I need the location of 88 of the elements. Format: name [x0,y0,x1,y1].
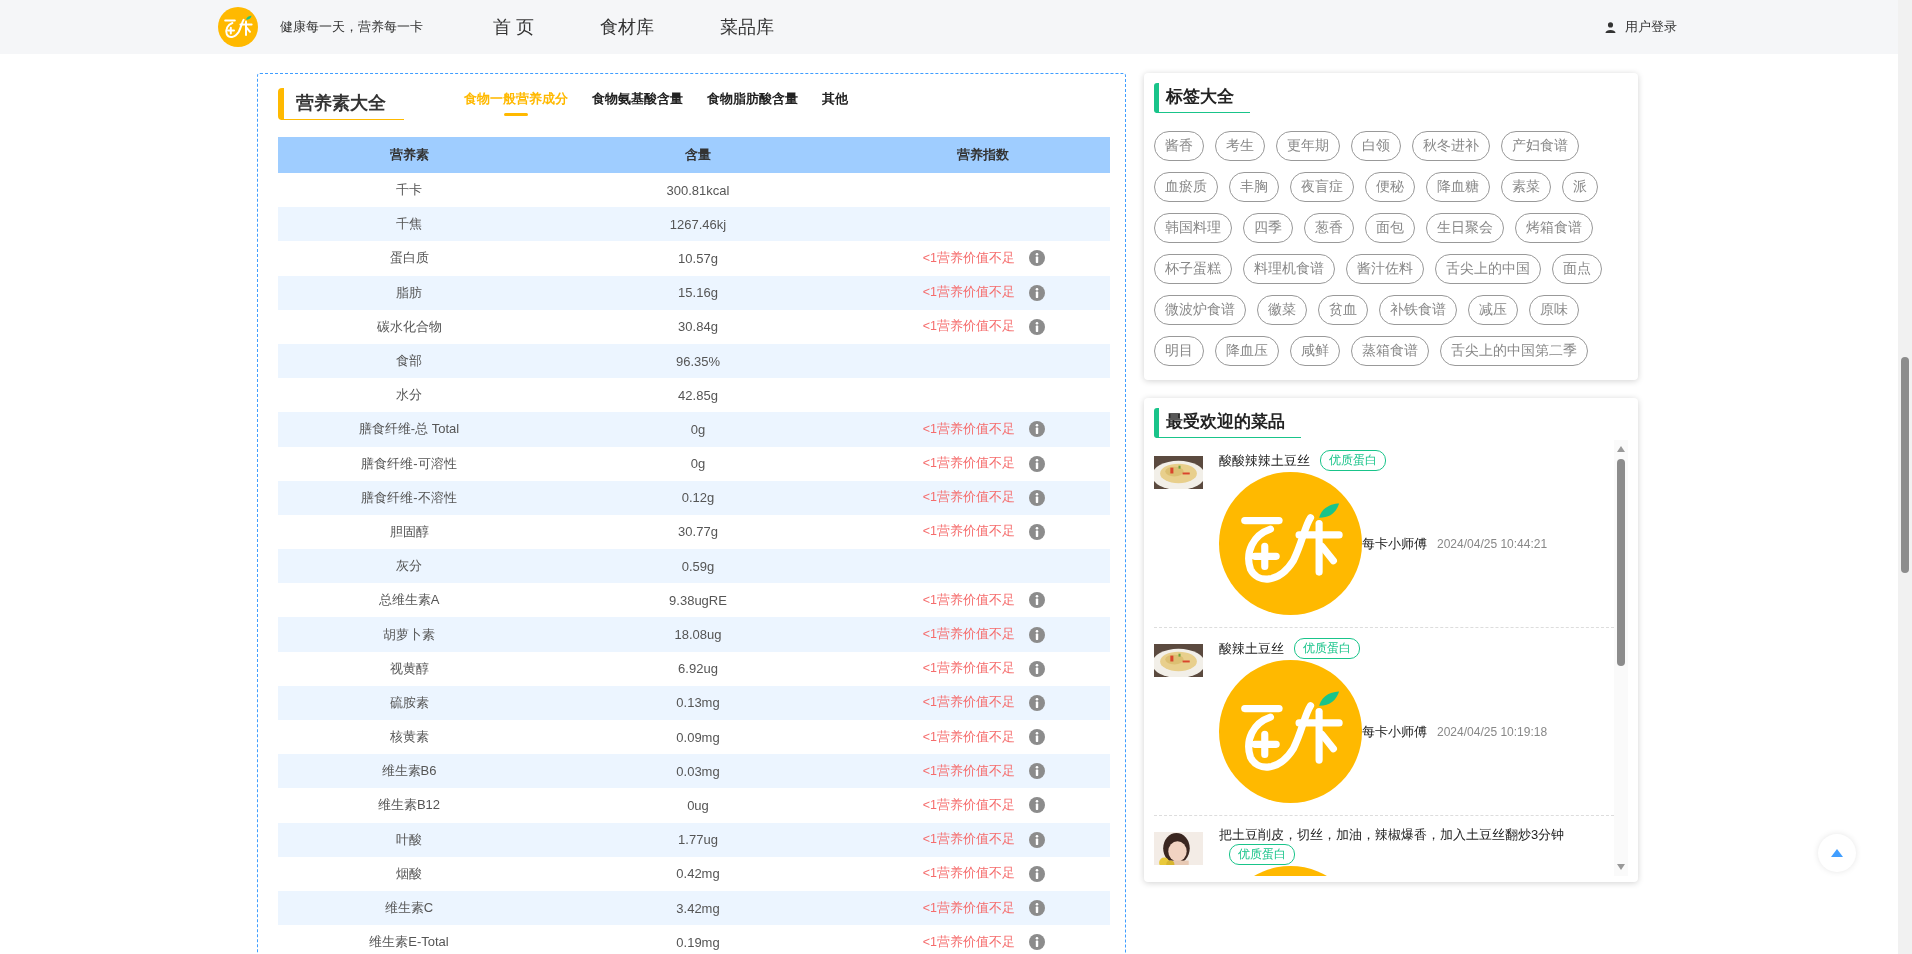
table-cell: 维生素E-Total [278,925,540,954]
nav-link[interactable]: 食材库 [600,15,654,39]
table-cell: 膳食纤维-可溶性 [278,446,540,481]
tab[interactable]: 食物氨基酸含量 [592,90,683,118]
table-cell: 0g [540,412,856,447]
table-cell: 0ug [540,788,856,823]
table-cell: 0.09mg [540,720,856,755]
table-cell: 灰分 [278,549,540,584]
post-time: 2024/04/25 10:19:18 [1437,724,1548,739]
index-text: <1营养价值不足 [922,728,1015,746]
index-text: <1营养价值不足 [922,660,1015,678]
author-name: 每卡小师傅 [1362,534,1427,553]
index-text: <1营养价值不足 [922,489,1015,507]
table-cell: 千焦 [278,207,540,242]
table-cell: 10.57g [540,241,856,276]
table-cell: 维生素B12 [278,788,540,823]
section-title: 标签大全 [1154,83,1250,113]
table-cell: 1.77ug [540,822,856,857]
table-cell: 18.08ug [540,617,856,652]
index-text: <1营养价值不足 [922,249,1015,267]
table-cell: 膳食纤维-不溶性 [278,480,540,515]
table-cell: 0.12g [540,480,856,515]
index-text: <1营养价值不足 [922,831,1015,849]
table-cell: 胡萝卜素 [278,617,540,652]
table-cell: 水分 [278,378,540,413]
index-text: <1营养价值不足 [922,455,1015,473]
section-title: 营养素大全 [278,88,404,120]
table-cell: 维生素B6 [278,754,540,789]
slogan-text: 健康每一天，营养每一卡 [280,18,423,36]
table-cell: 0g [540,446,856,481]
index-text: <1营养价值不足 [922,626,1015,644]
dish-title-link[interactable]: 酸辣土豆丝 [1219,639,1284,658]
table-cell: 96.35% [540,343,856,379]
table-cell: 千卡 [278,173,540,208]
index-text: <1营养价值不足 [922,420,1015,438]
table-cell: 蛋白质 [278,241,540,276]
nav-link[interactable]: 首 页 [493,15,534,39]
section-title: 最受欢迎的菜品 [1154,408,1301,438]
table-cell: 0.03mg [540,754,856,789]
table-cell: 9.38ugRE [540,583,856,618]
index-text: <1营养价值不足 [922,591,1015,609]
table-cell: 300.81kcal [540,173,856,208]
table-cell: 0.59g [540,549,856,584]
index-text: <1营养价值不足 [922,899,1015,917]
index-text: <1营养价值不足 [922,523,1015,541]
column-header: 营养素 [278,137,540,173]
tag-label: 优质蛋白 [1294,638,1360,659]
table-cell: 42.85g [540,378,856,413]
index-text: <1营养价值不足 [922,796,1015,814]
table-cell: 视黄醇 [278,651,540,686]
table-cell: 15.16g [540,275,856,310]
dish-title-link[interactable]: 把土豆削皮，切丝，加油，辣椒爆香，加入土豆丝翻炒3分钟 [1219,826,1565,844]
table-cell: 3.42mg [540,890,856,926]
table-cell: 核黄素 [278,720,540,755]
tag-label: 优质蛋白 [1320,450,1386,471]
table-cell: 0.42mg [540,856,856,891]
tab[interactable]: 其他 [822,90,848,118]
login-link[interactable]: 用户登录 [1605,18,1677,36]
nav-link[interactable]: 菜品库 [720,15,774,39]
table-cell: 食部 [278,343,540,379]
post-time: 2024/04/25 10:44:21 [1437,536,1548,551]
table-cell: 膳食纤维-总 Total [278,412,540,447]
table-cell: 叶酸 [278,822,540,857]
table-cell: 1267.46kj [540,207,856,242]
table-cell: 硫胺素 [278,685,540,720]
table-cell: 维生素C [278,890,540,926]
table-cell: 30.77g [540,514,856,550]
index-text: <1营养价值不足 [922,933,1015,951]
index-text: <1营养价值不足 [922,762,1015,780]
index-text: <1营养价值不足 [922,284,1015,302]
table-cell: 烟酸 [278,856,540,891]
index-text: <1营养价值不足 [922,318,1015,336]
index-text: <1营养价值不足 [922,865,1015,883]
column-header: 含量 [540,137,856,173]
column-header: 营养指数 [856,137,1110,173]
table-cell: 脂肪 [278,275,540,310]
table-cell: 30.84g [540,309,856,344]
table-cell: 6.92ug [540,651,856,686]
table-cell: 胆固醇 [278,514,540,550]
table-cell: 碳水化合物 [278,309,540,344]
tag-label: 优质蛋白 [1229,844,1295,865]
table-cell: 0.13mg [540,685,856,720]
author-name: 每卡小师傅 [1362,722,1427,741]
table-cell: 总维生素A [278,583,540,618]
index-text: <1营养价值不足 [922,694,1015,712]
tab[interactable]: 食物脂肪酸含量 [707,90,798,118]
dish-title-link[interactable]: 酸酸辣辣土豆丝 [1219,451,1310,470]
table-cell: 0.19mg [540,925,856,954]
